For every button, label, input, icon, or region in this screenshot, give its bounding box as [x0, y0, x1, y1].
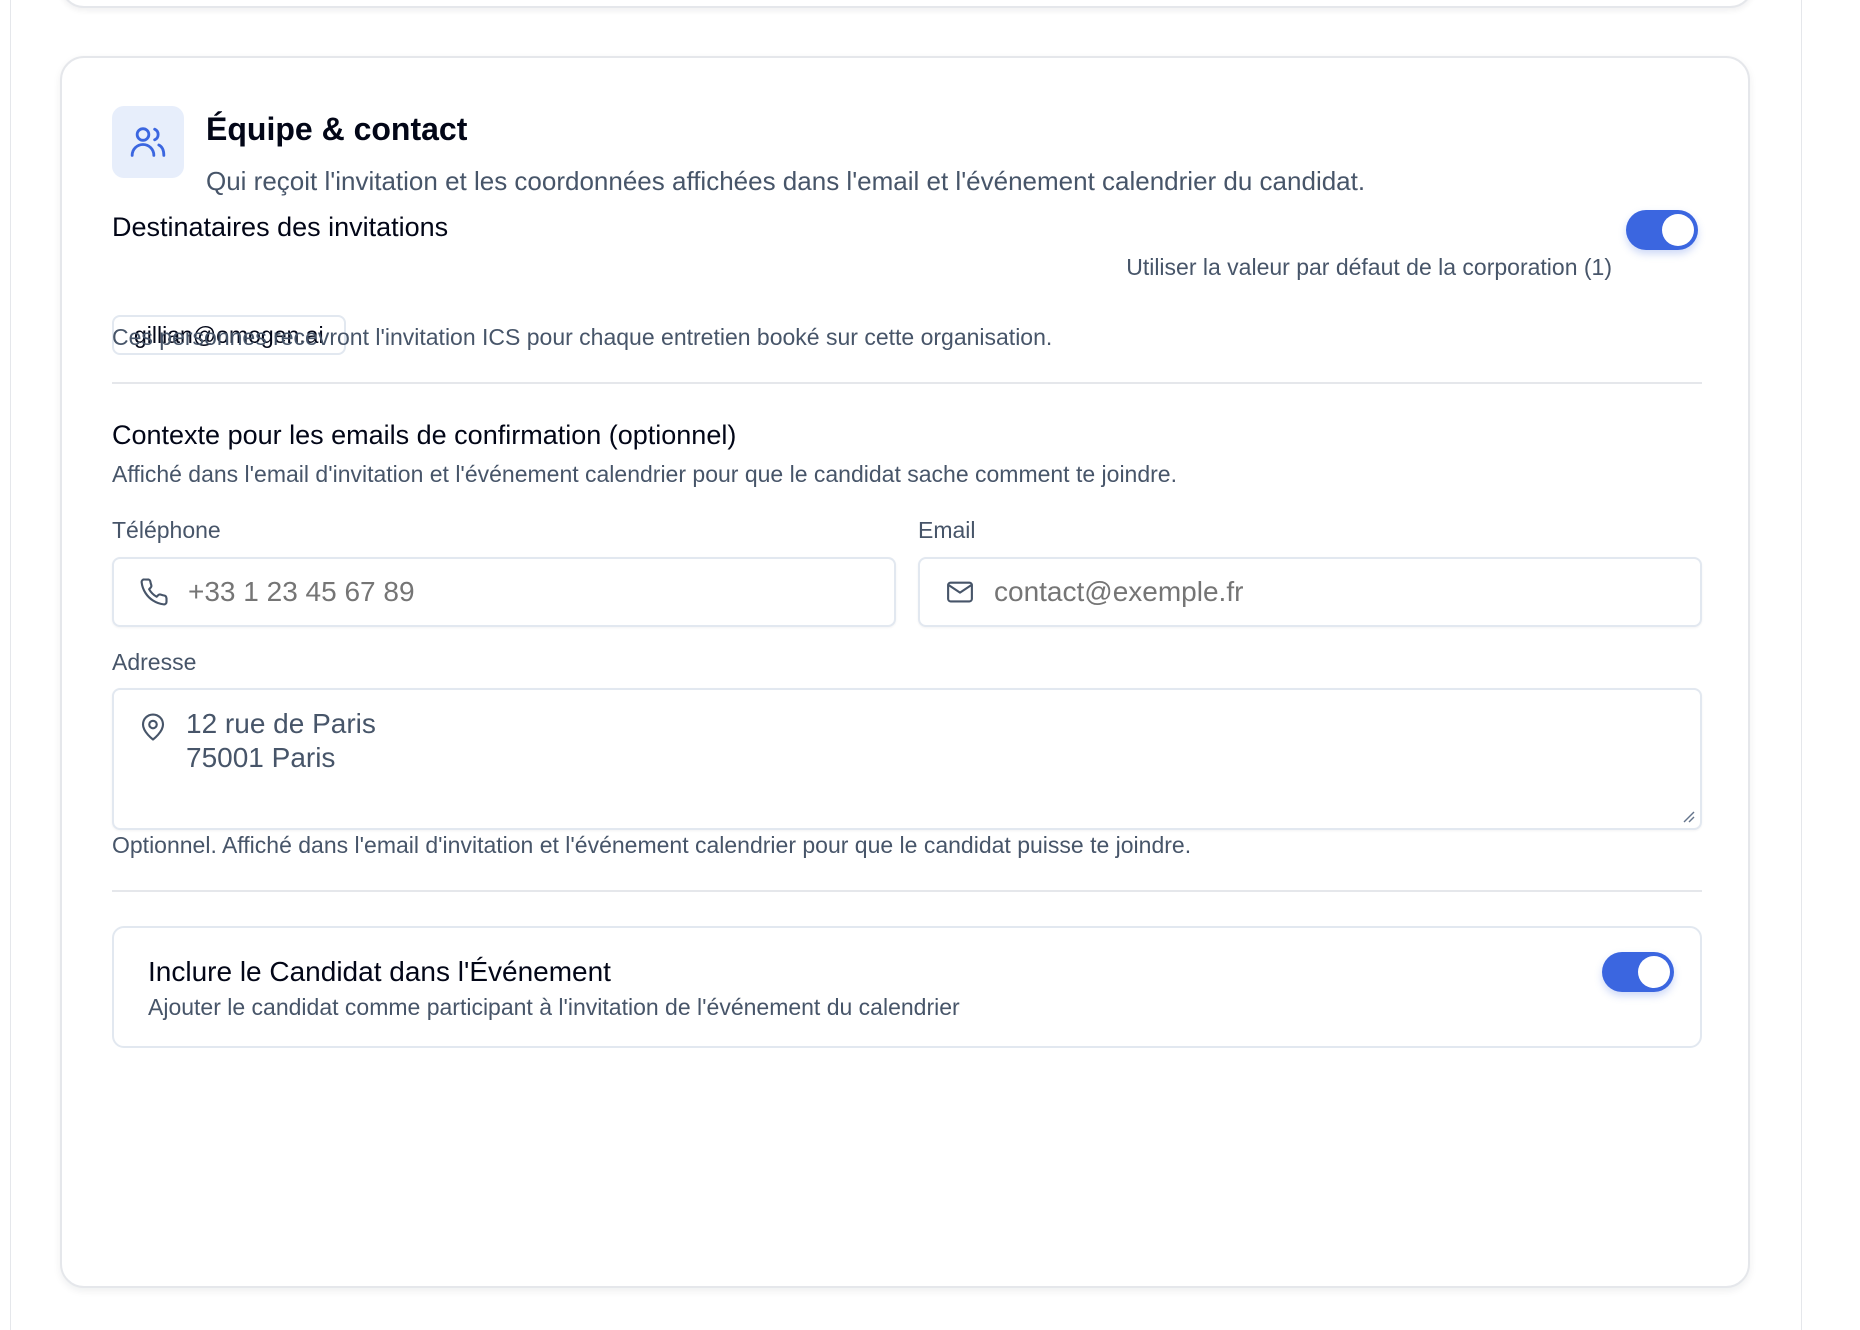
- email-field[interactable]: [918, 557, 1702, 627]
- mail-icon: [944, 576, 976, 608]
- address-label: Adresse: [112, 649, 197, 675]
- section-description: Qui reçoit l'invitation et les coordonné…: [206, 166, 1366, 196]
- recipients-title: Destinataires des invitations: [112, 212, 449, 242]
- include-candidate-card: Inclure le Candidat dans l'Événement Ajo…: [112, 926, 1702, 1048]
- phone-icon: [138, 576, 170, 608]
- team-contact-card: Équipe & contact Qui reçoit l'invitation…: [60, 56, 1750, 1288]
- toggle-knob: [1662, 214, 1694, 246]
- context-description: Affiché dans l'email d'invitation et l'é…: [112, 461, 1177, 487]
- address-line-2: 75001 Paris: [186, 742, 336, 773]
- recipients-help: Ces personnes recevront l'invitation ICS…: [112, 324, 1053, 350]
- phone-field[interactable]: [112, 557, 896, 627]
- map-pin-icon: [138, 712, 170, 744]
- include-candidate-toggle[interactable]: [1602, 952, 1674, 992]
- previous-section-card: [60, 0, 1754, 8]
- toggle-knob: [1638, 956, 1670, 988]
- address-line-1: 12 rue de Paris: [186, 708, 376, 739]
- divider: [112, 382, 1702, 384]
- address-textarea[interactable]: 12 rue de Paris 75001 Paris: [112, 688, 1702, 830]
- include-candidate-description: Ajouter le candidat comme participant à …: [148, 994, 960, 1020]
- default-value-toggle[interactable]: [1626, 210, 1698, 250]
- address-help: Optionnel. Affiché dans l'email d'invita…: [112, 832, 1192, 858]
- email-input[interactable]: [992, 575, 1620, 609]
- phone-label: Téléphone: [112, 517, 221, 543]
- context-title: Contexte pour les emails de confirmation…: [112, 420, 737, 450]
- email-label: Email: [918, 517, 976, 543]
- include-candidate-title: Inclure le Candidat dans l'Événement: [148, 956, 611, 987]
- users-icon: [112, 106, 184, 178]
- section-title: Équipe & contact: [206, 111, 468, 147]
- resize-handle-icon[interactable]: [1680, 808, 1696, 824]
- default-toggle-label: Utiliser la valeur par défaut de la corp…: [1126, 254, 1612, 280]
- phone-input[interactable]: [186, 575, 814, 609]
- divider: [112, 890, 1702, 892]
